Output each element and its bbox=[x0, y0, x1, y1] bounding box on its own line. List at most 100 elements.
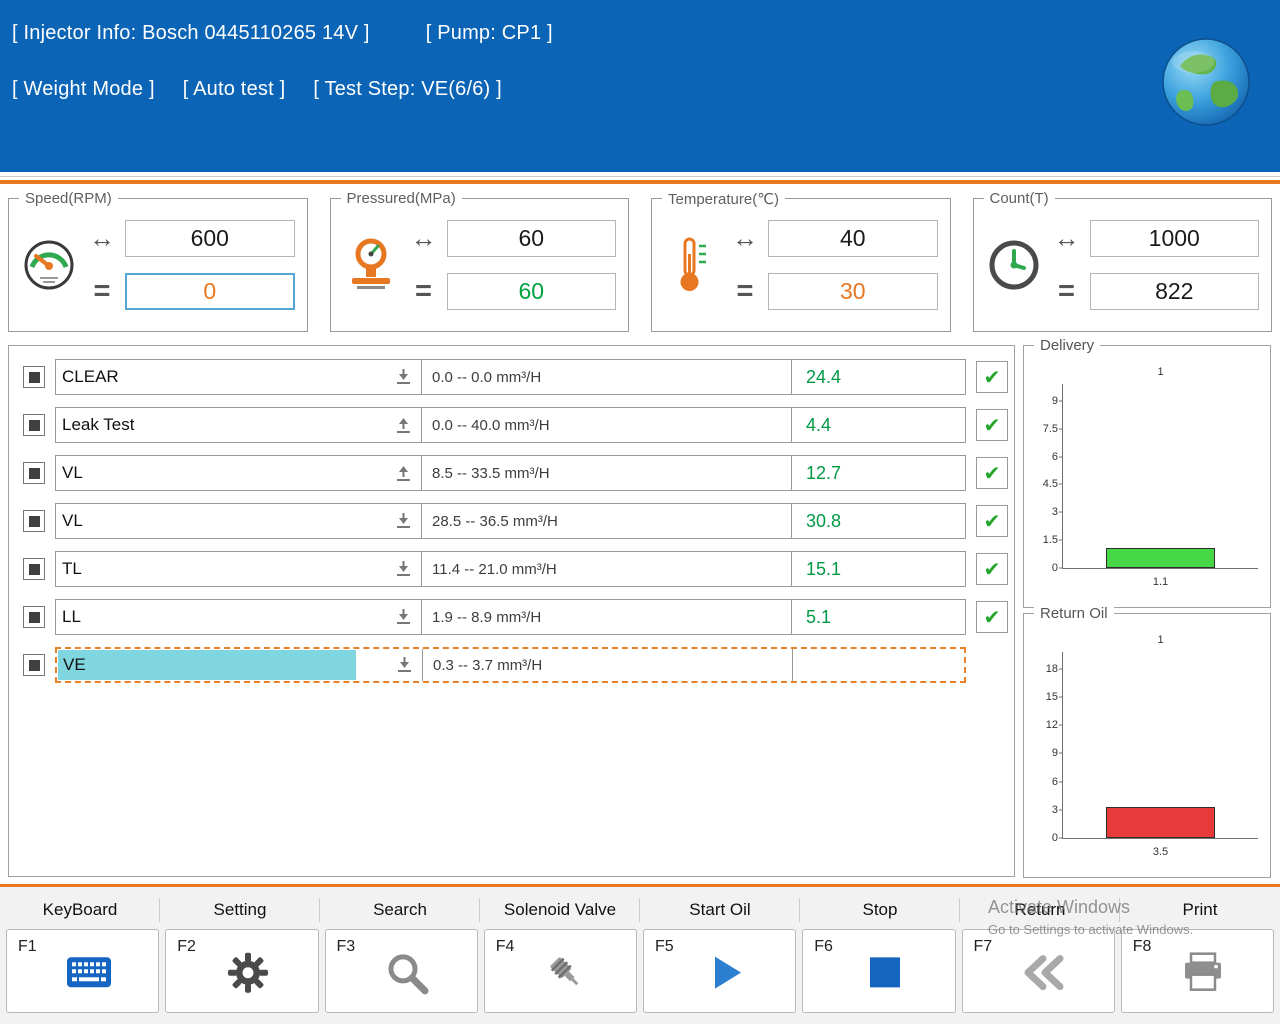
row-checkbox[interactable] bbox=[23, 462, 45, 484]
pressure-actual-value[interactable]: 60 bbox=[447, 273, 617, 310]
injector-down-icon bbox=[396, 368, 411, 386]
check-icon: ✔ bbox=[984, 413, 1001, 438]
y-tick-label: 12 bbox=[1030, 719, 1058, 731]
test-row-vl-2[interactable]: VL 28.5 -- 36.5 mm³/H 30.8 ✔ bbox=[15, 497, 1008, 545]
test-result bbox=[793, 649, 964, 681]
y-tick-mark bbox=[1059, 456, 1063, 457]
test-row-ll[interactable]: LL 1.9 -- 8.9 mm³/H 5.1 ✔ bbox=[15, 593, 1008, 641]
injector-info: [ Injector Info: Bosch 0445110265 14V ] bbox=[12, 22, 370, 45]
y-tick-label: 9 bbox=[1030, 395, 1058, 407]
y-tick-mark bbox=[1059, 809, 1063, 810]
y-tick-label: 7.5 bbox=[1030, 423, 1058, 435]
injector-down-icon bbox=[396, 512, 411, 530]
row-checkbox[interactable] bbox=[23, 606, 45, 628]
count-actual-value[interactable]: 822 bbox=[1090, 273, 1260, 310]
pressure-groupbox: Pressured(MPa) ↔ 60 = 6 bbox=[330, 198, 630, 332]
bottom-toolbar: Activate Windows Go to Settings to activ… bbox=[0, 884, 1280, 1024]
pressure-target-value[interactable]: 60 bbox=[447, 220, 617, 257]
search-label: Search bbox=[320, 887, 480, 929]
test-step-table: CLEAR 0.0 -- 0.0 mm³/H 24.4 ✔ Leak Test … bbox=[8, 345, 1015, 877]
row-checkbox[interactable] bbox=[23, 414, 45, 436]
keyboard-button[interactable]: F1 bbox=[6, 929, 159, 1013]
solenoid-valve-icon bbox=[542, 949, 590, 997]
test-row-tl[interactable]: TL 11.4 -- 21.0 mm³/H 15.1 ✔ bbox=[15, 545, 1008, 593]
test-row-main[interactable]: VE 0.3 -- 3.7 mm³/H bbox=[55, 647, 966, 683]
test-result: 4.4 bbox=[792, 408, 965, 442]
keyboard-icon bbox=[66, 956, 112, 988]
y-tick-label: 6 bbox=[1030, 776, 1058, 788]
pump-info: [ Pump: CP1 ] bbox=[426, 22, 553, 45]
return-button[interactable]: F7 bbox=[962, 929, 1115, 1013]
pass-indicator: ✔ bbox=[976, 457, 1008, 489]
stop-icon bbox=[868, 955, 902, 989]
solenoid-valve-button[interactable]: F4 bbox=[484, 929, 637, 1013]
y-tick-label: 3 bbox=[1030, 804, 1058, 816]
test-row-leak-test[interactable]: Leak Test 0.0 -- 40.0 mm³/H 4.4 ✔ bbox=[15, 401, 1008, 449]
test-name-cell: VL bbox=[56, 504, 422, 538]
count-target-value[interactable]: 1000 bbox=[1090, 220, 1260, 257]
fkey-label: F6 bbox=[814, 938, 833, 956]
y-tick-label: 3 bbox=[1030, 506, 1058, 518]
test-row-main[interactable]: VL 28.5 -- 36.5 mm³/H 30.8 bbox=[55, 503, 966, 539]
temperature-actual-value[interactable]: 30 bbox=[768, 273, 938, 310]
setting-button[interactable]: F2 bbox=[165, 929, 318, 1013]
test-step: [ Test Step: VE(6/6) ] bbox=[313, 78, 502, 101]
print-button[interactable]: F8 bbox=[1121, 929, 1274, 1013]
checkbox-fill bbox=[29, 660, 40, 671]
test-row-main[interactable]: LL 1.9 -- 8.9 mm³/H 5.1 bbox=[55, 599, 966, 635]
plot-area: 1 3.5 0369121518 bbox=[1062, 652, 1258, 839]
injector-down-icon bbox=[396, 560, 411, 578]
target-arrow-icon: ↔ bbox=[730, 223, 760, 254]
fkey-label: F3 bbox=[337, 938, 356, 956]
chart-category-label: 1.1 bbox=[1063, 576, 1258, 588]
test-row-main[interactable]: Leak Test 0.0 -- 40.0 mm³/H 4.4 bbox=[55, 407, 966, 443]
thermometer-icon bbox=[660, 236, 724, 294]
test-row-clear[interactable]: CLEAR 0.0 -- 0.0 mm³/H 24.4 ✔ bbox=[15, 353, 1008, 401]
weight-mode: [ Weight Mode ] bbox=[12, 78, 155, 101]
test-result: 24.4 bbox=[792, 360, 965, 394]
row-checkbox[interactable] bbox=[23, 558, 45, 580]
toolbar-buttons: F1 F2 bbox=[0, 929, 1280, 1013]
checkbox-fill bbox=[29, 612, 40, 623]
fkey-label: F7 bbox=[974, 938, 993, 956]
test-name-cell: CLEAR bbox=[56, 360, 422, 394]
pass-indicator: ✔ bbox=[976, 553, 1008, 585]
start-oil-button[interactable]: F5 bbox=[643, 929, 796, 1013]
chart-top-label: 1 bbox=[1063, 634, 1258, 646]
equals-icon: = bbox=[409, 275, 439, 308]
print-icon bbox=[1181, 952, 1225, 994]
test-name: Leak Test bbox=[62, 415, 134, 435]
test-name: TL bbox=[62, 559, 82, 579]
play-icon bbox=[706, 953, 746, 993]
test-range: 1.9 -- 8.9 mm³/H bbox=[422, 600, 792, 634]
test-row-vl-1[interactable]: VL 8.5 -- 33.5 mm³/H 12.7 ✔ bbox=[15, 449, 1008, 497]
row-checkbox[interactable] bbox=[23, 654, 45, 676]
test-row-main[interactable]: CLEAR 0.0 -- 0.0 mm³/H 24.4 bbox=[55, 359, 966, 395]
test-row-main[interactable]: TL 11.4 -- 21.0 mm³/H 15.1 bbox=[55, 551, 966, 587]
injector-up-icon bbox=[396, 464, 411, 482]
print-label: Print bbox=[1120, 887, 1280, 929]
test-result: 5.1 bbox=[792, 600, 965, 634]
row-checkbox[interactable] bbox=[23, 510, 45, 532]
y-tick-mark bbox=[1059, 540, 1063, 541]
test-name-cell: LL bbox=[56, 600, 422, 634]
equals-icon: = bbox=[1052, 275, 1082, 308]
test-row-ve-active[interactable]: VE 0.3 -- 3.7 mm³/H bbox=[15, 641, 1008, 689]
pass-indicator: ✔ bbox=[976, 361, 1008, 393]
search-button[interactable]: F3 bbox=[325, 929, 478, 1013]
row-checkbox[interactable] bbox=[23, 366, 45, 388]
divider-line bbox=[0, 176, 1280, 177]
stop-button[interactable]: F6 bbox=[802, 929, 955, 1013]
check-icon: ✔ bbox=[984, 509, 1001, 534]
test-name: VL bbox=[62, 511, 83, 531]
temperature-target-value[interactable]: 40 bbox=[768, 220, 938, 257]
gear-icon bbox=[226, 951, 270, 995]
speed-actual-value[interactable]: 0 bbox=[125, 273, 295, 310]
test-name-cell: TL bbox=[56, 552, 422, 586]
auto-test: [ Auto test ] bbox=[183, 78, 286, 101]
y-tick-label: 1.5 bbox=[1030, 534, 1058, 546]
speed-target-value[interactable]: 600 bbox=[125, 220, 295, 257]
test-row-main[interactable]: VL 8.5 -- 33.5 mm³/H 12.7 bbox=[55, 455, 966, 491]
y-tick-mark bbox=[1059, 400, 1063, 401]
return-oil-bar bbox=[1106, 807, 1215, 838]
